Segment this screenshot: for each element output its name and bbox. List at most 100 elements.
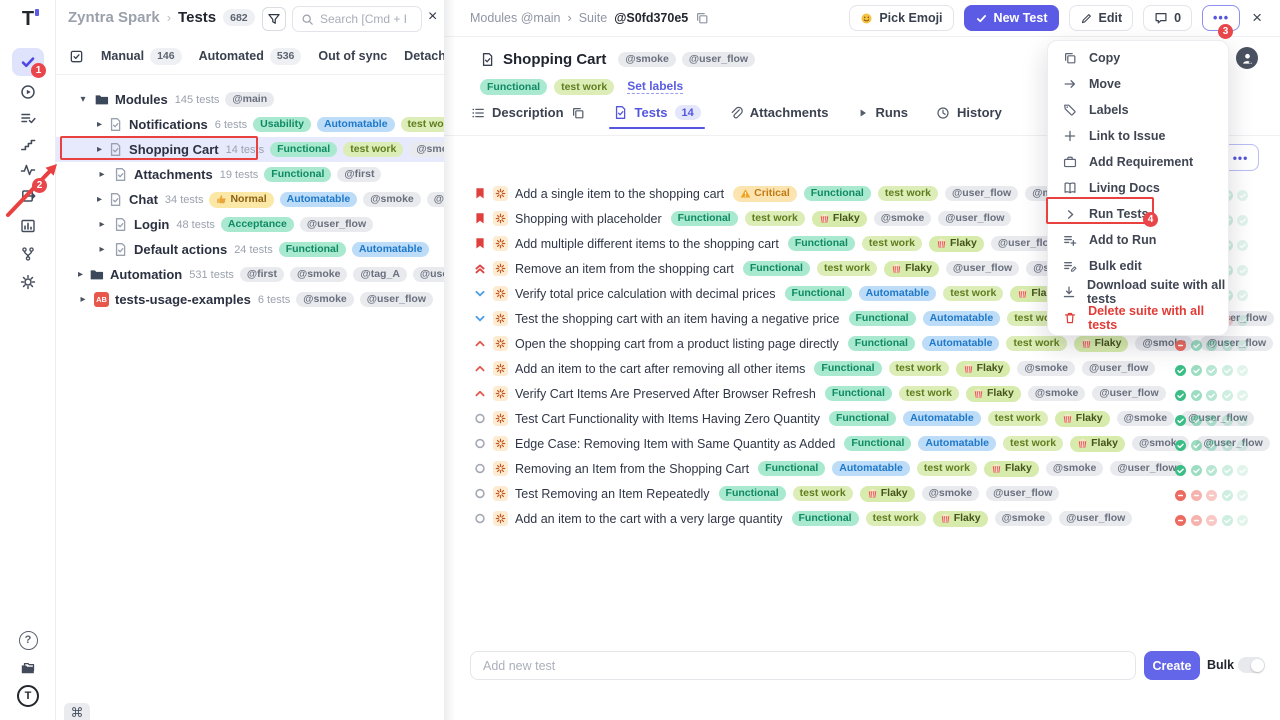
menu-item-copy[interactable]: Copy <box>1048 45 1228 71</box>
bulk-toggle[interactable] <box>1238 657 1265 673</box>
menu-item-run-tests[interactable]: Run Tests <box>1048 201 1228 227</box>
menu-item-labels[interactable]: Labels <box>1048 97 1228 123</box>
new-test-button[interactable]: New Test <box>964 5 1059 31</box>
badge-flaky: Flaky <box>1074 336 1129 352</box>
run-history-dots <box>1175 388 1248 406</box>
rail-item-results[interactable] <box>12 104 44 132</box>
settings-icon <box>20 274 36 290</box>
rail-item-profile[interactable]: T <box>12 682 44 710</box>
filter-button[interactable] <box>262 7 286 31</box>
copy-suite-id-icon[interactable] <box>695 11 709 25</box>
tab-description[interactable]: Description <box>471 105 585 129</box>
expand-chevron[interactable]: ▾ <box>78 94 88 105</box>
expand-chevron[interactable]: ▸ <box>97 244 107 255</box>
tab-history[interactable]: History <box>936 105 1002 129</box>
expand-chevron[interactable]: ▸ <box>78 294 88 305</box>
rail-item-runs[interactable] <box>12 78 44 106</box>
run-status-pass <box>1175 438 1186 456</box>
rail-item-settings[interactable] <box>12 268 44 296</box>
menu-item-add-to-run[interactable]: Add to Run <box>1048 227 1228 253</box>
priority-blocker-icon <box>474 187 486 200</box>
rail-item-activity[interactable] <box>12 156 44 184</box>
menu-item-delete-suite-with-all-tests[interactable]: Delete suite with all tests <box>1048 305 1228 331</box>
tree-item-tests-usage-examples[interactable]: ▸ABtests-usage-examples6 tests@smoke@use… <box>56 287 444 312</box>
test-row-add-an-item-to-the-cart-with-a-very-larg[interactable]: Add an item to the cart with a very larg… <box>444 506 1280 531</box>
emoji-icon <box>860 12 873 25</box>
menu-item-living-docs[interactable]: Living Docs <box>1048 175 1228 201</box>
select-tests-icon[interactable] <box>69 49 84 64</box>
rail-item-logo[interactable]: T <box>12 5 44 33</box>
test-row-verify-cart-items-are-preserved-after-br[interactable]: Verify Cart Items Are Preserved After Br… <box>444 381 1280 406</box>
menu-item-link-to-issue[interactable]: Link to Issue <box>1048 123 1228 149</box>
rail-item-traceability[interactable] <box>12 240 44 268</box>
test-row-removing-an-item-from-the-shopping-cart[interactable]: Removing an Item from the Shopping CartF… <box>444 456 1280 481</box>
expand-chevron[interactable]: ▸ <box>97 194 102 205</box>
add-test-input[interactable] <box>470 651 1136 680</box>
expand-chevron[interactable]: ▸ <box>97 144 102 155</box>
tab-attachments[interactable]: Attachments <box>729 105 829 129</box>
comments-button[interactable]: 0 <box>1143 5 1192 31</box>
tree-item-attachments[interactable]: ▸Attachments19 testsFunctional@first <box>56 162 444 187</box>
copy-icon[interactable] <box>571 106 585 120</box>
tree-tab-automated[interactable]: Automated536 <box>199 48 302 65</box>
avatar[interactable] <box>1236 47 1258 69</box>
tree-item-modules[interactable]: ▾Modules145 tests@main <box>56 87 444 112</box>
tree-item-automation[interactable]: ▸Automation531 tests@first@smoke@tag_A@u… <box>56 262 444 287</box>
menu-item-move[interactable]: Move <box>1048 71 1228 97</box>
test-row-edge-case-removing-item-with-same-quanti[interactable]: Edge Case: Removing Item with Same Quant… <box>444 431 1280 456</box>
main-topbar: Modules @main › Suite @S0fd370e5 Pick Em… <box>444 0 1280 37</box>
tree-item-chat[interactable]: ▸Chat34 testsNormalAutomatable@smoke@use… <box>56 187 444 212</box>
rail-item-milestones[interactable] <box>12 130 44 158</box>
run-status-pass <box>1191 463 1202 481</box>
project-name[interactable]: Zyntra Spark <box>68 9 160 26</box>
create-button[interactable]: Create <box>1144 651 1200 680</box>
rail-item-shared-steps[interactable] <box>12 182 44 210</box>
expand-chevron[interactable]: ▸ <box>97 119 102 130</box>
expand-chevron[interactable]: ▸ <box>97 219 107 230</box>
tab-runs[interactable]: Runs <box>857 105 909 129</box>
tab-tests[interactable]: Tests14 <box>613 105 701 129</box>
menu-item-add-requirement[interactable]: Add Requirement <box>1048 149 1228 175</box>
rail-item-projects[interactable] <box>12 654 44 682</box>
run-status-pass <box>1237 288 1248 306</box>
edit-button[interactable]: Edit <box>1069 5 1134 31</box>
badge-smoke: @smoke <box>995 511 1053 527</box>
person-icon <box>1240 51 1255 66</box>
rail-item-tests[interactable] <box>12 48 44 76</box>
expand-chevron[interactable]: ▸ <box>97 169 107 180</box>
menu-item-download-suite-with-all-tests[interactable]: Download suite with all tests <box>1048 279 1228 305</box>
search-box[interactable] <box>292 6 422 32</box>
set-labels-link[interactable]: Set labels <box>627 79 683 94</box>
search-clear-icon[interactable]: × <box>428 8 437 26</box>
menu-item-bulk-edit[interactable]: Bulk edit <box>1048 253 1228 279</box>
suite-name: Attachments <box>134 167 213 182</box>
badge-automatable: Automatable <box>352 242 430 258</box>
expand-chevron[interactable]: ▸ <box>78 269 83 280</box>
tree-item-shopping-cart[interactable]: ▸Shopping Cart14 testsFunctionaltest wor… <box>56 137 444 162</box>
tree-item-default-actions[interactable]: ▸Default actions24 testsFunctionalAutoma… <box>56 237 444 262</box>
close-icon[interactable]: × <box>1252 8 1262 28</box>
run-status-pass <box>1237 488 1248 506</box>
badge-smoke: @smoke <box>296 292 354 308</box>
tree-item-notifications[interactable]: ▸Notifications6 testsUsabilityAutomatabl… <box>56 112 444 137</box>
test-row-add-an-item-to-the-cart-after-removing-a[interactable]: Add an item to the cart after removing a… <box>444 356 1280 381</box>
tree-tab-manual[interactable]: Manual146 <box>101 48 182 65</box>
priority-none-icon <box>474 512 486 525</box>
more-actions-button[interactable]: ••• <box>1202 5 1240 31</box>
badge-smoke: @smoke <box>1017 361 1075 377</box>
test-row-test-cart-functionality-with-items-havin[interactable]: Test Cart Functionality with Items Havin… <box>444 406 1280 431</box>
activity-icon <box>20 162 36 178</box>
tree-tab-out-of-sync[interactable]: Out of sync <box>318 49 387 63</box>
rail-item-analytics[interactable] <box>12 212 44 240</box>
breadcrumb-parent[interactable]: Modules @main <box>470 11 561 25</box>
tree-tab-detached[interactable]: Detached <box>404 49 444 63</box>
badge-automatable: Automatable <box>903 411 981 427</box>
test-row-test-removing-an-item-repeatedly[interactable]: Test Removing an Item RepeatedlyFunction… <box>444 481 1280 506</box>
projects-icon <box>20 660 36 676</box>
badge-user-flow: @user_flow <box>946 261 1019 277</box>
suite-labels: Functionaltest workSet labels <box>480 79 683 95</box>
rail-item-help[interactable]: ? <box>12 626 44 654</box>
tree-item-login[interactable]: ▸Login48 testsAcceptance@user_flow <box>56 212 444 237</box>
search-input[interactable] <box>320 12 406 26</box>
pick-emoji-button[interactable]: Pick Emoji <box>849 5 953 31</box>
